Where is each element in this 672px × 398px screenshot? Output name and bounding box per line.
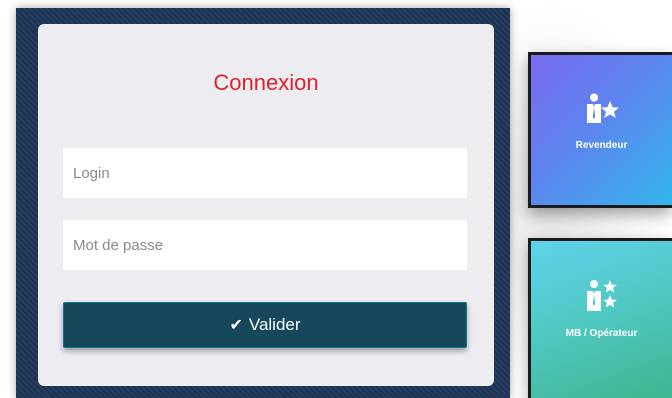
check-icon: ✔ xyxy=(229,317,243,334)
tile-operateur[interactable]: MB / Opérateur xyxy=(528,238,672,398)
login-title: Connexion xyxy=(213,70,319,95)
login-card: Connexion ✔ Valider xyxy=(38,24,494,386)
login-panel: Connexion ✔ Valider xyxy=(16,8,510,398)
submit-button[interactable]: ✔ Valider xyxy=(63,302,467,348)
tile-operateur-label: MB / Opérateur xyxy=(565,328,638,339)
login-input[interactable] xyxy=(63,148,467,198)
password-input[interactable] xyxy=(63,220,467,270)
tile-revendeur[interactable]: Revendeur xyxy=(528,52,672,208)
tile-revendeur-label: Revendeur xyxy=(575,140,628,151)
reseller-star-icon xyxy=(585,93,619,130)
submit-label: Valider xyxy=(248,315,301,334)
operator-stars-icon xyxy=(585,279,619,318)
